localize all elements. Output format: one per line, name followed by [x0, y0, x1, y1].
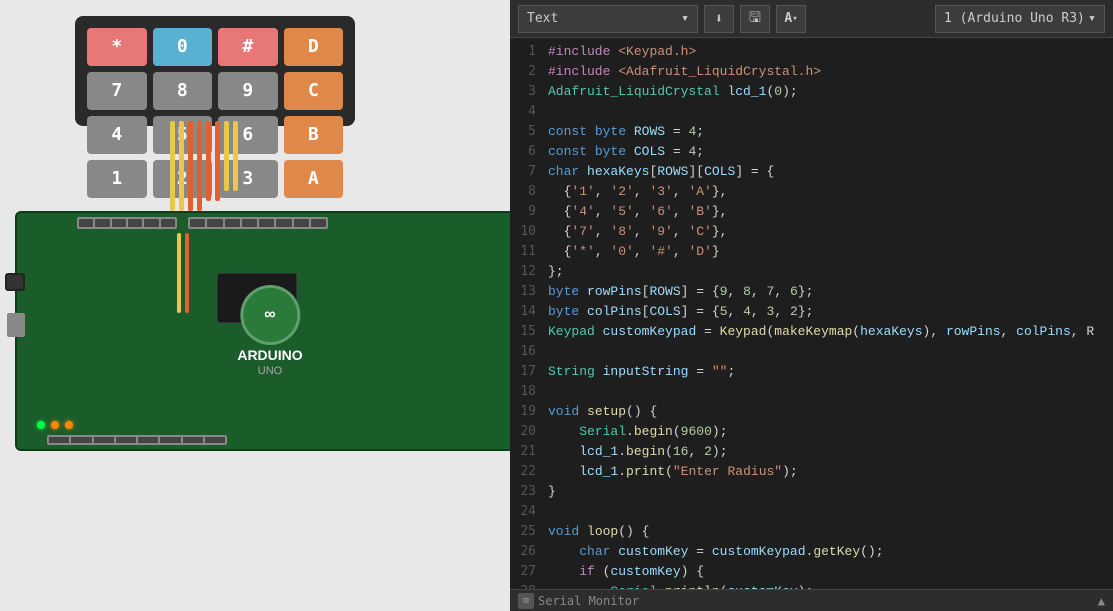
mode-selector[interactable]: Text ▾ — [518, 5, 698, 33]
key-1[interactable]: 1 — [87, 160, 147, 198]
serial-monitor-label: Serial Monitor — [538, 594, 639, 608]
key-7[interactable]: 7 — [87, 72, 147, 110]
save-icon: 🖫 — [749, 7, 761, 31]
key-0[interactable]: 0 — [153, 28, 213, 66]
key-star[interactable]: * — [87, 28, 147, 66]
key-d[interactable]: D — [284, 28, 344, 66]
led-indicators — [37, 421, 73, 429]
mode-dropdown-icon: ▾ — [681, 11, 689, 26]
wire-orange-1 — [185, 233, 189, 313]
code-line: 11 {'*', '0', '#', 'D'} — [510, 242, 1113, 262]
editor-toolbar: Text ▾ ⬇ 🖫 A▾ 1 (Arduino Uno R3) ▾ — [510, 0, 1113, 38]
key-a[interactable]: A — [284, 160, 344, 198]
key-b[interactable]: B — [284, 116, 344, 154]
keypad-wires — [170, 121, 238, 211]
code-line: 5 const byte ROWS = 4; — [510, 122, 1113, 142]
code-line: 3 Adafruit_LiquidCrystal lcd_1(0); — [510, 82, 1113, 102]
save-button[interactable]: 🖫 — [740, 5, 770, 33]
mode-label: Text — [527, 11, 558, 26]
wire-yellow-1 — [177, 233, 181, 313]
code-line: 7 char hexaKeys[ROWS][COLS] = { — [510, 162, 1113, 182]
device-label: 1 (Arduino Uno R3) — [944, 11, 1085, 26]
download-icon: ⬇ — [715, 11, 723, 27]
keypad: * 0 # D 7 8 9 C 4 5 6 B 1 2 3 A — [75, 16, 355, 126]
code-line: 19 void setup() { — [510, 402, 1113, 422]
code-line: 15 Keypad customKeypad = Keypad(makeKeym… — [510, 322, 1113, 342]
code-line: 14 byte colPins[COLS] = {5, 4, 3, 2}; — [510, 302, 1113, 322]
arduino-model: UNO — [258, 365, 282, 377]
code-line: 6 const byte COLS = 4; — [510, 142, 1113, 162]
scroll-up-icon[interactable]: ▲ — [1098, 594, 1105, 608]
device-dropdown-icon: ▾ — [1088, 11, 1096, 26]
serial-monitor-icon: ⊡ — [518, 593, 534, 609]
code-line: 1 #include <Keypad.h> — [510, 42, 1113, 62]
font-button[interactable]: A▾ — [776, 5, 806, 33]
key-4[interactable]: 4 — [87, 116, 147, 154]
arduino-board: * 0 # D 7 8 9 C 4 5 6 B 1 2 3 A — [15, 16, 495, 596]
simulator-panel: * 0 # D 7 8 9 C 4 5 6 B 1 2 3 A — [0, 0, 510, 611]
code-line: 21 lcd_1.begin(16, 2); — [510, 442, 1113, 462]
code-line: 9 {'4', '5', '6', 'B'}, — [510, 202, 1113, 222]
code-line: 26 char customKey = customKeypad.getKey(… — [510, 542, 1113, 562]
code-line: 27 if (customKey) { — [510, 562, 1113, 582]
code-line: 17 String inputString = ""; — [510, 362, 1113, 382]
key-c[interactable]: C — [284, 72, 344, 110]
key-8[interactable]: 8 — [153, 72, 213, 110]
usb-connector — [7, 313, 25, 337]
arduino-brand: ARDUINO — [237, 347, 302, 363]
code-line: 10 {'7', '8', '9', 'C'}, — [510, 222, 1113, 242]
font-icon: A — [784, 11, 792, 26]
code-line: 12 }; — [510, 262, 1113, 282]
code-line: 24 — [510, 502, 1113, 522]
uno-board: IC ∞ ARDUINO UNO — [15, 211, 510, 451]
key-hash[interactable]: # — [218, 28, 278, 66]
code-line: 4 — [510, 102, 1113, 122]
code-line: 18 — [510, 382, 1113, 402]
bottom-bar: ⊡ Serial Monitor ▲ — [510, 589, 1113, 611]
key-9[interactable]: 9 — [218, 72, 278, 110]
arduino-logo: ∞ ARDUINO UNO — [237, 285, 302, 377]
code-line: 13 byte rowPins[ROWS] = {9, 8, 7, 6}; — [510, 282, 1113, 302]
code-line: 20 Serial.begin(9600); — [510, 422, 1113, 442]
code-line: 8 {'1', '2', '3', 'A'}, — [510, 182, 1113, 202]
code-line: 23 } — [510, 482, 1113, 502]
code-line: 2 #include <Adafruit_LiquidCrystal.h> — [510, 62, 1113, 82]
device-selector[interactable]: 1 (Arduino Uno R3) ▾ — [935, 5, 1105, 33]
power-connector — [5, 273, 25, 291]
code-area: 1 #include <Keypad.h> 2 #include <Adafru… — [510, 38, 1113, 589]
code-line: 28 Serial.println(customKey); — [510, 582, 1113, 589]
serial-monitor-button[interactable]: ⊡ Serial Monitor — [518, 593, 639, 609]
arduino-circle: ∞ — [240, 285, 300, 345]
code-line: 16 — [510, 342, 1113, 362]
code-line: 22 lcd_1.print("Enter Radius"); — [510, 462, 1113, 482]
code-editor-panel: Text ▾ ⬇ 🖫 A▾ 1 (Arduino Uno R3) ▾ 1 #in… — [510, 0, 1113, 611]
download-button[interactable]: ⬇ — [704, 5, 734, 33]
code-line: 25 void loop() { — [510, 522, 1113, 542]
